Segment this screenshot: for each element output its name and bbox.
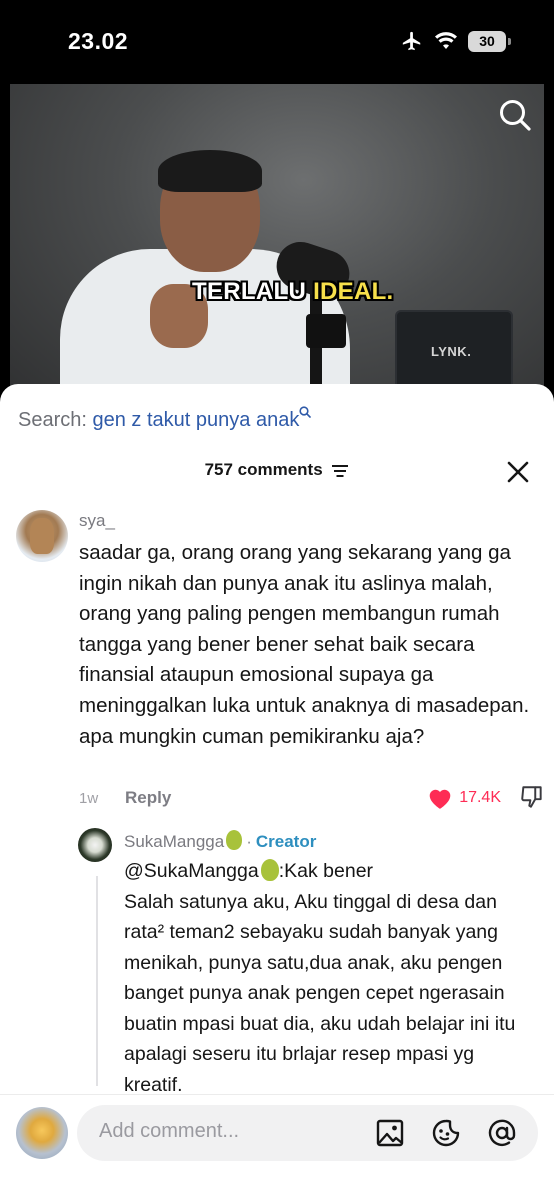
microphone-base — [306, 314, 346, 348]
reply-avatar[interactable] — [78, 828, 112, 862]
image-icon[interactable] — [375, 1118, 405, 1148]
status-bar: 23.02 30 — [0, 0, 554, 84]
creator-badge: Creator — [255, 832, 317, 851]
like-count: 17.4K — [459, 789, 501, 806]
thread-line — [96, 876, 98, 1086]
search-suggestion[interactable]: Search: gen z takut punya anak — [18, 406, 312, 432]
battery-indicator: 30 — [468, 30, 511, 52]
close-icon[interactable] — [506, 460, 530, 484]
reply-text-block: @SukaMangga :Kak bener Salah satunya aku,… — [124, 856, 536, 1100]
reply-mention-line: @SukaMangga :Kak bener — [124, 856, 536, 887]
video-caption: TERLALU IDEAL. — [192, 278, 394, 306]
my-avatar[interactable] — [16, 1107, 68, 1159]
wifi-icon — [435, 32, 457, 49]
search-term[interactable]: gen z takut punya anak — [93, 409, 300, 431]
comment-placeholder: Add comment... — [99, 1120, 240, 1142]
reply-username[interactable]: SukaMangga — [124, 832, 224, 851]
caption-highlight: IDEAL. — [313, 278, 394, 305]
search-icon[interactable] — [498, 98, 532, 132]
mention-icon[interactable] — [487, 1118, 517, 1148]
add-comment-input[interactable]: Add comment... — [77, 1105, 538, 1161]
comment-text: saadar ga, orang orang yang sekarang yan… — [79, 541, 530, 748]
video-person-hair — [158, 150, 262, 192]
comments-header: 757 comments — [0, 460, 554, 490]
separator-dot: · — [246, 832, 252, 851]
commenter-username[interactable]: sya_ — [79, 511, 115, 531]
reply-button[interactable]: Reply — [125, 788, 171, 808]
reply-username-row: SukaMangga · Creator — [124, 830, 316, 852]
status-time: 23.02 — [68, 28, 129, 54]
search-prefix: Search: — [18, 409, 87, 431]
dislike-icon[interactable] — [519, 784, 545, 810]
reply-text: Salah satunya aku, Aku tinggal di desa d… — [124, 890, 516, 1096]
battery-level: 30 — [479, 33, 495, 49]
heart-icon — [429, 789, 451, 809]
like-button[interactable]: 17.4K — [427, 786, 501, 810]
reply-mention-suffix: :Kak bener — [278, 860, 374, 882]
comments-sheet: Search: gen z takut punya anak 757 comme… — [0, 384, 554, 1200]
comment-composer: Add comment... — [0, 1094, 554, 1200]
laptop-brand: LYNK. — [431, 344, 472, 359]
video-player[interactable]: LYNK. TERLALU IDEAL. — [10, 84, 544, 404]
airplane-icon — [402, 31, 421, 51]
reply-mention[interactable]: @SukaMangga — [124, 860, 259, 882]
status-icons: 30 — [400, 30, 511, 52]
comments-count: 757 comments — [204, 460, 323, 479]
comment-time: 1w — [79, 790, 99, 807]
commenter-avatar[interactable] — [16, 510, 68, 562]
search-small-icon — [299, 406, 312, 418]
emoji-sticker-icon[interactable] — [431, 1118, 461, 1148]
caption-plain: TERLALU — [192, 278, 314, 305]
pear-emoji-icon — [260, 859, 279, 881]
pear-emoji-icon — [226, 830, 243, 850]
sort-icon[interactable] — [331, 464, 349, 478]
cat-figure — [30, 518, 54, 554]
comment-meta: 1w Reply 17.4K — [79, 786, 545, 812]
